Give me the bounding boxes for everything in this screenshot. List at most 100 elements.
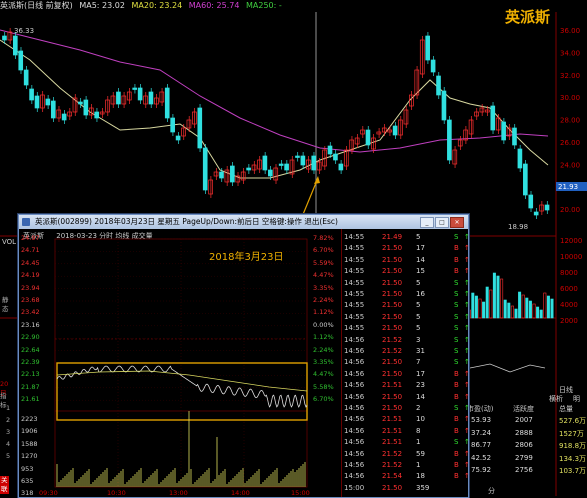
trade-row: 14:55 21.49 5 S ↑ [342,231,470,243]
trade-row: 14:56 21.52 31 S ↑ [342,345,470,357]
trade-arrow-icon: ↑ [464,301,470,310]
trade-d: S [454,278,459,287]
quote-cell: 86.77 [471,441,492,449]
candle-body [148,91,154,105]
volume-bar [525,297,529,319]
trade-v: 17 [416,244,425,253]
candle-body [2,35,7,41]
trade-d: S [454,233,459,241]
side-label-4: 4 [6,440,11,448]
trade-arrow-icon: ↑ [464,369,470,378]
price-tick: 30.00 [560,94,580,102]
trade-p: 21.50 [382,267,403,276]
volume-bar [478,298,482,319]
quote-cell: 2756 [515,466,533,474]
volume-tick: 6000 [560,285,578,293]
trade-d: S [454,358,459,367]
volume-axis-tick: 1588 [21,439,38,448]
tab-more[interactable]: 分 [488,486,495,496]
trade-p: 21.52 [382,449,403,458]
candle-body [246,167,251,171]
trade-d: B [454,369,459,378]
trade-d: S [454,335,459,344]
price-axis-tick: 22.64 [21,345,40,354]
popup-titlebar[interactable]: 英派斯(002899) 2018年03月23日 星期五 PageUp/Down:… [19,215,468,229]
percent-axis-tick: 5.59% [313,258,334,267]
trade-arrow-icon: ↑ [464,278,470,287]
trade-t: 14:56 [344,461,365,469]
trade-row: 14:55 21.50 5 S ↑ [342,311,470,323]
volume-tick: 12000 [560,237,582,245]
candle-body [13,35,18,56]
candle-body [50,100,56,119]
quote-cell: 2007 [515,416,533,424]
volume-bar [474,295,478,319]
trade-p: 21.50 [382,255,403,264]
trade-row: 14:56 21.50 14 B ↑ [342,391,470,403]
close-button[interactable]: ✕ [450,217,464,228]
trade-arrow-icon: ↑ [464,404,470,412]
ma250-label: MA250: - [246,1,282,10]
trade-v: 18 [416,472,425,481]
volume-bar [485,286,489,319]
trade-arrow-icon: ↑ [464,324,470,333]
trade-d: B [454,472,459,481]
minimize-button[interactable]: _ [420,217,434,228]
trade-t: 15:00 [344,483,365,492]
trade-t: 14:55 [344,233,365,241]
trade-d: S [454,290,459,298]
candle-body [29,88,34,101]
trade-row: 15:00 21.50 359 [342,482,469,494]
candle-body [45,98,51,106]
trade-v: 8 [416,426,421,435]
candle-body [533,211,539,216]
quote-cell: 42.52 [471,453,492,462]
trade-d: B [454,415,459,424]
trade-ticker[interactable]: 14:55 21.49 5 S ↑ 14:55 21.50 17 B ↑ 14:55 21.50 14 B… [341,229,470,497]
trade-p: 21.51 [382,381,403,390]
trade-p: 21.54 [382,472,403,481]
trade-arrow-icon: ↑ [464,290,470,298]
volume-bar [536,306,540,319]
percent-axis-tick: 6.70% [313,395,334,404]
trade-row: 14:56 21.52 1 B ↑ [342,459,470,471]
trade-v: 2 [416,404,421,412]
volume-bar [518,291,522,319]
side-label-5: 5 [6,452,11,460]
volume-bar [514,308,518,319]
trade-v: 7 [416,358,421,367]
volume-axis-tick: 1270 [21,452,38,461]
app-icon [22,218,30,226]
trade-arrow-icon: ↑ [464,438,470,447]
price-axis-tick: 22.90 [21,333,40,342]
candle-body [311,155,317,171]
price-axis-tick: 23.16 [21,320,40,329]
candle-body [197,107,203,149]
trade-arrow-icon: ↑ [464,358,470,367]
candle-body [333,153,338,161]
ma20-label: MA20: 23.24 [131,1,183,10]
percent-axis-tick: 1.12% [313,308,334,317]
intraday-popup[interactable]: 英派斯(002899) 2018年03月23日 星期五 PageUp/Down:… [18,214,470,498]
maximize-button[interactable]: □ [435,217,449,228]
trade-row: 14:55 21.50 16 S ↑ [342,288,470,300]
quote-table[interactable]: 日线 横析 明 市盈(动) 活跃度 总量 53.93 2007 527.6万 37.2… [467,386,587,486]
trade-arrow-icon: ↑ [464,461,470,469]
trade-p: 21.50 [382,392,403,401]
trade-p: 21.52 [382,461,403,469]
trade-t: 14:56 [344,426,365,435]
ma60-label: MA60: 25.74 [188,1,240,10]
trade-t: 14:55 [344,267,365,276]
intraday-chart[interactable]: 09:30 10:30 13:00 14:00 15:00 [19,229,341,497]
candle-body [23,69,29,86]
quote-cell: 103.7万 [559,467,587,475]
chart-header: 英派斯(日线 前复权) MA5: 23.02 MA20: 23.24 MA60:… [0,0,587,12]
trade-t: 14:56 [344,472,365,481]
trade-arrow-icon: ↑ [464,233,470,241]
side-label-static: 静态 [2,296,9,313]
volume-tick: 8000 [560,269,578,277]
volume-tick: 2000 [560,317,578,325]
candle-body [295,155,300,158]
date-annotation: 2018年3月23日 [209,252,284,263]
volume-bar [521,294,525,319]
